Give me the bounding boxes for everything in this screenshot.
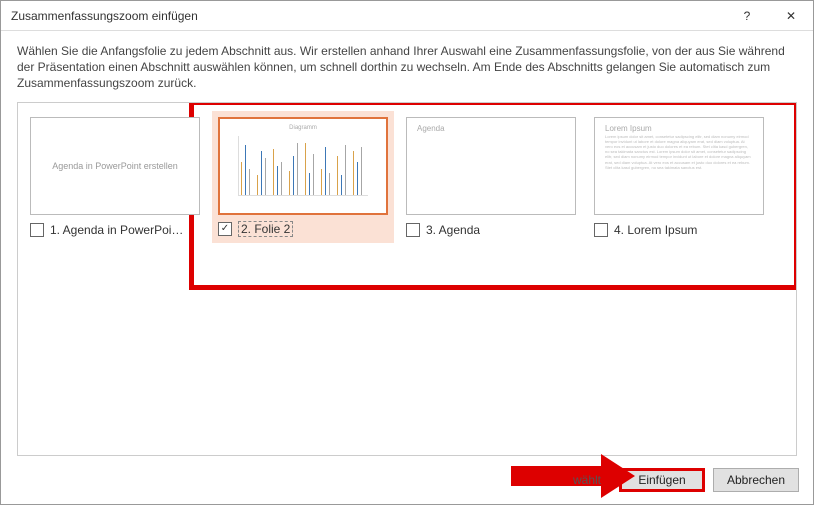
slide-checkbox[interactable]	[594, 223, 608, 237]
insert-button[interactable]: Einfügen	[619, 468, 705, 492]
cancel-button[interactable]: Abbrechen	[713, 468, 799, 492]
description-text: Wählen Sie die Anfangsfolie zu jedem Abs…	[17, 43, 797, 92]
slide-caption: 1. Agenda in PowerPoint...	[50, 223, 190, 237]
check-icon: ✓	[221, 224, 229, 234]
thumb-title: Lorem Ipsum	[605, 124, 652, 133]
slide-thumbnail: Agenda in PowerPoint erstellen	[30, 117, 200, 215]
slide-tile-3[interactable]: Agenda 3. Agenda	[406, 117, 576, 237]
chart-icon	[238, 136, 368, 196]
slide-tile-4[interactable]: Lorem Ipsum Lorem ipsum dolor sit amet, …	[594, 117, 764, 237]
slide-thumbnail: Agenda	[406, 117, 576, 215]
selection-count-text: wählt	[573, 473, 601, 487]
thumb-title: Diagramm	[289, 125, 317, 131]
close-icon: ✕	[786, 9, 796, 23]
close-button[interactable]: ✕	[769, 1, 813, 31]
dialog-footer: wählt Einfügen Abbrechen	[1, 456, 813, 504]
slide-thumbnail: Diagramm	[218, 117, 388, 215]
lorem-placeholder-icon: Lorem ipsum dolor sit amet, consetetur s…	[605, 134, 753, 204]
dialog-title: Zusammenfassungszoom einfügen	[11, 9, 725, 23]
slide-thumbnail: Lorem Ipsum Lorem ipsum dolor sit amet, …	[594, 117, 764, 215]
slides-row: Agenda in PowerPoint erstellen 1. Agenda…	[30, 117, 784, 237]
slide-checkbox[interactable]	[406, 223, 420, 237]
dialog-content: Wählen Sie die Anfangsfolie zu jedem Abs…	[1, 31, 813, 456]
thumb-title: Agenda in PowerPoint erstellen	[38, 161, 192, 171]
slide-caption: 2. Folie 2	[238, 221, 293, 237]
slide-caption: 3. Agenda	[426, 223, 480, 237]
titlebar: Zusammenfassungszoom einfügen ? ✕	[1, 1, 813, 31]
slide-checkbox[interactable]	[30, 223, 44, 237]
slide-list-pane: Agenda in PowerPoint erstellen 1. Agenda…	[17, 102, 797, 456]
thumb-title: Agenda	[417, 124, 445, 133]
slide-caption: 4. Lorem Ipsum	[614, 223, 697, 237]
help-icon: ?	[744, 9, 751, 23]
slide-tile-2[interactable]: Diagramm ✓ 2. Folie 2	[218, 117, 388, 237]
slide-checkbox[interactable]: ✓	[218, 222, 232, 236]
summary-zoom-dialog: Zusammenfassungszoom einfügen ? ✕ Wählen…	[0, 0, 814, 505]
help-button[interactable]: ?	[725, 1, 769, 31]
slide-tile-1[interactable]: Agenda in PowerPoint erstellen 1. Agenda…	[30, 117, 200, 237]
